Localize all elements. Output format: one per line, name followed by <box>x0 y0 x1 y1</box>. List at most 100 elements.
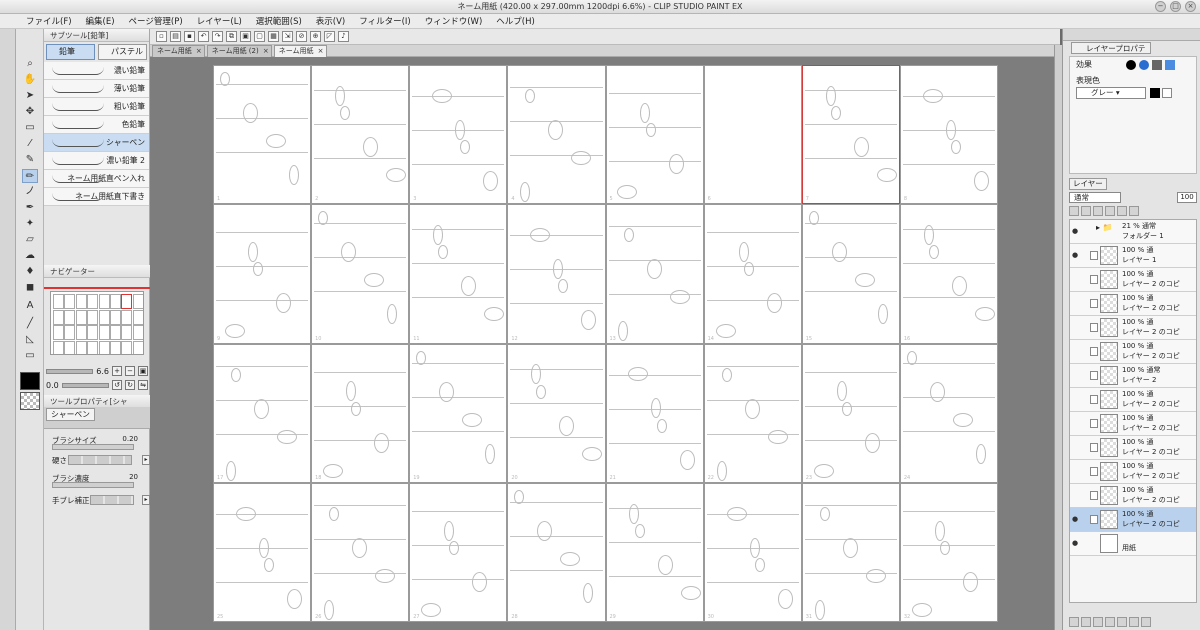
subtool-item[interactable]: 薄い鉛筆 <box>44 80 149 98</box>
manga-page-thumbnail[interactable]: 26 <box>311 482 410 622</box>
opacity-value[interactable]: 100 <box>1177 192 1197 203</box>
doc-tab[interactable]: ネーム用紙 × <box>152 45 205 57</box>
gradient-tool-icon[interactable]: ◼ <box>22 281 38 295</box>
brush-size-value[interactable]: 0.20 <box>122 435 138 443</box>
manga-page-thumbnail[interactable]: 3 <box>409 65 508 205</box>
manga-page-thumbnail[interactable]: 31 <box>801 482 900 622</box>
manga-page-thumbnail[interactable]: 2 <box>311 65 410 205</box>
blend-mode-select[interactable]: 通常 <box>1069 192 1121 203</box>
new-raster-layer-icon[interactable] <box>1069 617 1079 627</box>
menu-file[interactable]: ファイル(F) <box>26 15 72 27</box>
maximize-button[interactable]: □ <box>1170 1 1181 12</box>
color-swatch-black[interactable] <box>1150 88 1160 98</box>
visibility-eye-icon[interactable]: ● <box>1072 251 1078 259</box>
subtool-item[interactable]: 粗い鉛筆 <box>44 98 149 116</box>
zoom-tool-icon[interactable]: ⌕ <box>22 57 38 71</box>
deselect-icon[interactable]: ⊘ <box>296 31 307 42</box>
reference-icon[interactable] <box>1093 206 1103 216</box>
menu-view[interactable]: 表示(V) <box>316 15 345 27</box>
manga-page-thumbnail[interactable]: 16 <box>899 204 998 344</box>
color-mode-select[interactable]: グレー ▾ <box>1076 87 1146 99</box>
transparent-icon[interactable]: ▦ <box>268 31 279 42</box>
transform-icon[interactable]: ⇲ <box>282 31 293 42</box>
layer-property-tab[interactable]: レイヤープロパティ <box>1071 42 1151 65</box>
manga-page-thumbnail[interactable]: 14 <box>703 204 802 344</box>
close-tab-icon[interactable]: × <box>263 46 269 57</box>
lock-icon[interactable] <box>1069 206 1079 216</box>
eraser-tool-icon[interactable]: ▱ <box>22 233 38 247</box>
ruler-icon[interactable] <box>1129 206 1139 216</box>
rotate-right-icon[interactable]: ↻ <box>125 380 135 390</box>
menu-selection[interactable]: 選択範囲(S) <box>256 15 302 27</box>
layer-row[interactable]: 100 % 通レイヤー 2 のコピ <box>1070 316 1196 340</box>
rotation-slider[interactable] <box>61 382 109 388</box>
subtool-tab-pencil[interactable]: 鉛筆 <box>46 44 95 60</box>
effect-border-icon[interactable] <box>1126 60 1136 70</box>
menu-window[interactable]: ウィンドウ(W) <box>425 15 483 27</box>
transparent-color-swatch[interactable] <box>20 392 40 410</box>
manga-page-thumbnail[interactable]: 21 <box>605 343 704 483</box>
layer-row[interactable]: 100 % 通レイヤー 2 のコピ <box>1070 388 1196 412</box>
pen-tool-icon[interactable]: ✎ <box>22 153 38 167</box>
minimize-button[interactable]: − <box>1155 1 1166 12</box>
manga-page-thumbnail[interactable]: 13 <box>605 204 704 344</box>
new-folder-icon[interactable] <box>1093 617 1103 627</box>
layer-row[interactable]: 100 % 通レイヤー 2 のコピ <box>1070 460 1196 484</box>
layer-row[interactable]: ● 用紙 <box>1070 532 1196 556</box>
manga-page-thumbnail[interactable]: 28 <box>507 482 606 622</box>
move-layer-tool-icon[interactable]: ✥ <box>22 105 38 119</box>
manga-page-thumbnail[interactable]: 6 <box>703 65 802 205</box>
zoom-in-icon[interactable]: + <box>112 366 122 376</box>
subtool-tab-pastel[interactable]: パステル <box>98 44 147 60</box>
new-vector-layer-icon[interactable] <box>1081 617 1091 627</box>
hardness-slider[interactable] <box>68 455 132 465</box>
operation-tool-icon[interactable]: ➤ <box>22 89 38 103</box>
visibility-eye-icon[interactable]: ● <box>1072 227 1078 235</box>
subtool-item[interactable]: 濃い鉛筆 <box>44 62 149 80</box>
density-slider[interactable] <box>52 482 134 488</box>
effect-layer-color-icon[interactable] <box>1165 60 1175 70</box>
menu-filter[interactable]: フィルター(I) <box>359 15 410 27</box>
manga-page-thumbnail[interactable]: 5 <box>605 65 704 205</box>
subtool-item[interactable]: ネーム用紙直下書き <box>44 188 149 206</box>
navigator-preview[interactable] <box>50 291 144 355</box>
save-icon[interactable]: ▪ <box>184 31 195 42</box>
manga-page-thumbnail[interactable]: 9 <box>213 204 312 344</box>
manga-page-thumbnail[interactable]: 22 <box>703 343 802 483</box>
effect-color-icon[interactable] <box>1139 60 1149 70</box>
figure-icon[interactable]: ♪ <box>338 31 349 42</box>
layer-tab[interactable]: レイヤー <box>1069 178 1107 190</box>
manga-name-sheet[interactable]: 1 2 3 4 5 6 7 8 9 10 11 12 13 14 15 16 17 18 19 20 21 22 23 24 2… <box>213 65 998 622</box>
effect-tone-icon[interactable] <box>1152 60 1162 70</box>
manga-page-thumbnail[interactable]: 10 <box>311 204 410 344</box>
frame-tool-icon[interactable]: ◺ <box>22 333 38 347</box>
mask-add-icon[interactable] <box>1129 617 1139 627</box>
snap-icon[interactable]: ⊕ <box>310 31 321 42</box>
manga-page-thumbnail[interactable]: 12 <box>507 204 606 344</box>
menu-page-management[interactable]: ページ管理(P) <box>129 15 183 27</box>
stabilization-arrow-icon[interactable]: ▸ <box>142 495 150 505</box>
zoom-slider[interactable] <box>46 368 94 374</box>
density-value[interactable]: 20 <box>129 473 138 481</box>
manga-page-thumbnail[interactable]: 24 <box>899 343 998 483</box>
manga-page-thumbnail[interactable]: 27 <box>409 482 508 622</box>
flip-icon[interactable]: ⇋ <box>138 380 148 390</box>
visibility-eye-icon[interactable]: ● <box>1072 539 1078 547</box>
menu-help[interactable]: ヘルプ(H) <box>496 15 535 27</box>
blend-tool-icon[interactable]: ☁ <box>22 249 38 263</box>
new-file-icon[interactable]: ▫ <box>156 31 167 42</box>
delete-layer-icon[interactable] <box>1141 617 1151 627</box>
layer-row[interactable]: 100 % 通レイヤー 2 のコピ <box>1070 484 1196 508</box>
brush-size-slider[interactable] <box>52 444 134 450</box>
hardness-arrow-icon[interactable]: ▸ <box>142 455 150 465</box>
open-file-icon[interactable]: ▤ <box>170 31 181 42</box>
folder-icon[interactable]: ▸ 📁 <box>1096 223 1113 232</box>
layer-row[interactable]: ● 100 % 通レイヤー 2 のコピ <box>1070 508 1196 532</box>
transfer-icon[interactable] <box>1105 617 1115 627</box>
subtool-item[interactable]: ネーム用紙直ペン入れ <box>44 170 149 188</box>
manga-page-thumbnail[interactable]: 23 <box>801 343 900 483</box>
fit-icon[interactable]: ▣ <box>138 366 148 376</box>
subtool-item[interactable]: 色鉛筆 <box>44 116 149 134</box>
subtool-item[interactable]: 濃い鉛筆 2 <box>44 152 149 170</box>
airbrush-tool-icon[interactable]: ✒ <box>22 201 38 215</box>
